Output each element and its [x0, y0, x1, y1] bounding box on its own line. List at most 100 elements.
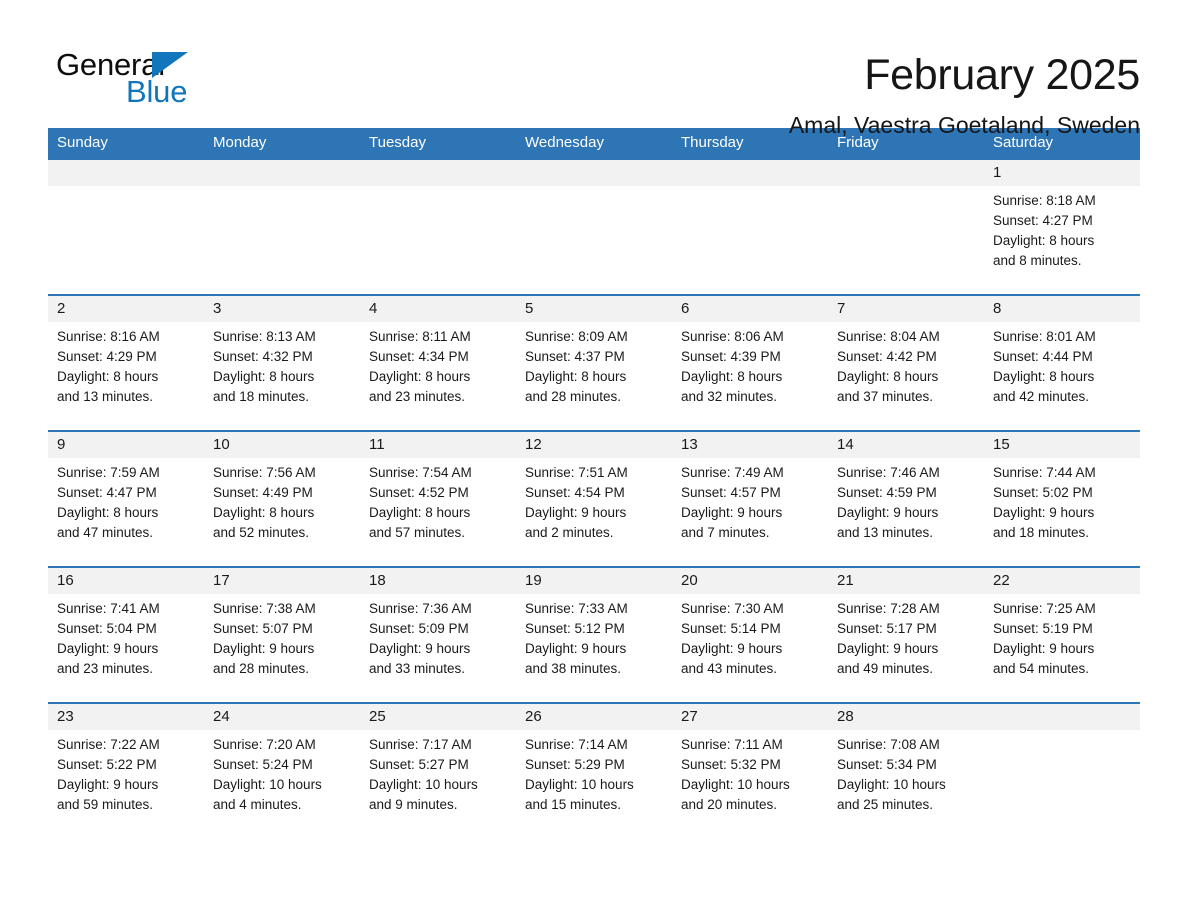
daylight-text-cont: and 7 minutes.: [681, 525, 770, 540]
daylight-text: Daylight: 9 hours: [993, 641, 1095, 656]
day-cell[interactable]: Sunrise: 7:08 AM Sunset: 5:34 PM Dayligh…: [828, 730, 984, 838]
day-cell[interactable]: Sunrise: 7:20 AM Sunset: 5:24 PM Dayligh…: [204, 730, 360, 838]
day-cell[interactable]: Sunrise: 8:06 AM Sunset: 4:39 PM Dayligh…: [672, 322, 828, 430]
day-cell[interactable]: Sunrise: 7:17 AM Sunset: 5:27 PM Dayligh…: [360, 730, 516, 838]
sunset-text: Sunset: 5:14 PM: [681, 621, 781, 636]
day-number: 22: [993, 572, 1010, 589]
day-cell[interactable]: Sunrise: 7:25 AM Sunset: 5:19 PM Dayligh…: [984, 594, 1140, 702]
calendar-grid: Sunday Monday Tuesday Wednesday Thursday…: [48, 128, 1140, 838]
daylight-text-cont: and 42 minutes.: [993, 389, 1090, 404]
day-cell[interactable]: Sunrise: 8:11 AM Sunset: 4:34 PM Dayligh…: [360, 322, 516, 430]
sunset-text: Sunset: 4:59 PM: [837, 485, 937, 500]
day-cell[interactable]: Sunrise: 8:04 AM Sunset: 4:42 PM Dayligh…: [828, 322, 984, 430]
day-cell[interactable]: Sunrise: 7:22 AM Sunset: 5:22 PM Dayligh…: [48, 730, 204, 838]
week-date-band: 1: [48, 160, 1140, 186]
sunset-text: Sunset: 5:12 PM: [525, 621, 625, 636]
sunset-text: Sunset: 4:57 PM: [681, 485, 781, 500]
daylight-text-cont: and 52 minutes.: [213, 525, 310, 540]
day-cell[interactable]: Sunrise: 8:16 AM Sunset: 4:29 PM Dayligh…: [48, 322, 204, 430]
day-cell[interactable]: Sunrise: 7:44 AM Sunset: 5:02 PM Dayligh…: [984, 458, 1140, 566]
sunset-text: Sunset: 4:42 PM: [837, 349, 937, 364]
day-number: 11: [369, 436, 385, 453]
day-cell[interactable]: Sunrise: 7:46 AM Sunset: 4:59 PM Dayligh…: [828, 458, 984, 566]
sunset-text: Sunset: 4:37 PM: [525, 349, 625, 364]
sunrise-text: Sunrise: 8:04 AM: [837, 329, 940, 344]
day-cell[interactable]: Sunrise: 7:38 AM Sunset: 5:07 PM Dayligh…: [204, 594, 360, 702]
day-number: 23: [57, 708, 74, 725]
day-cell[interactable]: [984, 730, 1140, 838]
week-detail-band: Sunrise: 7:41 AM Sunset: 5:04 PM Dayligh…: [48, 594, 1140, 702]
daylight-text-cont: and 8 minutes.: [993, 253, 1082, 268]
daylight-text: Daylight: 8 hours: [213, 369, 315, 384]
day-cell[interactable]: Sunrise: 7:33 AM Sunset: 5:12 PM Dayligh…: [516, 594, 672, 702]
daylight-text: Daylight: 10 hours: [681, 777, 790, 792]
day-cell[interactable]: [48, 186, 204, 294]
daylight-text: Daylight: 8 hours: [369, 369, 471, 384]
day-cell[interactable]: [828, 186, 984, 294]
day-number: 5: [525, 300, 534, 317]
daylight-text: Daylight: 9 hours: [525, 505, 627, 520]
sunrise-text: Sunrise: 7:20 AM: [213, 737, 316, 752]
day-cell[interactable]: [360, 186, 516, 294]
sunset-text: Sunset: 5:02 PM: [993, 485, 1093, 500]
daylight-text-cont: and 20 minutes.: [681, 797, 778, 812]
day-number: 26: [525, 708, 542, 725]
generalblue-logo[interactable]: General Blue: [48, 48, 198, 110]
page-title: February 2025: [864, 51, 1140, 99]
daylight-text-cont: and 2 minutes.: [525, 525, 614, 540]
daylight-text-cont: and 57 minutes.: [369, 525, 466, 540]
daylight-text: Daylight: 8 hours: [681, 369, 783, 384]
day-number: 8: [993, 300, 1002, 317]
day-cell[interactable]: Sunrise: 7:56 AM Sunset: 4:49 PM Dayligh…: [204, 458, 360, 566]
daylight-text: Daylight: 9 hours: [57, 777, 159, 792]
weekday-header-tuesday: Tuesday: [369, 134, 426, 151]
day-cell[interactable]: Sunrise: 8:18 AM Sunset: 4:27 PM Dayligh…: [984, 186, 1140, 294]
day-cell[interactable]: Sunrise: 7:59 AM Sunset: 4:47 PM Dayligh…: [48, 458, 204, 566]
day-cell[interactable]: Sunrise: 7:51 AM Sunset: 4:54 PM Dayligh…: [516, 458, 672, 566]
daylight-text-cont: and 9 minutes.: [369, 797, 458, 812]
daylight-text: Daylight: 9 hours: [57, 641, 159, 656]
title-block: February 2025 Amal, Vaestra Goetaland, S…: [789, 48, 1140, 140]
day-cell[interactable]: Sunrise: 8:09 AM Sunset: 4:37 PM Dayligh…: [516, 322, 672, 430]
day-cell[interactable]: Sunrise: 8:01 AM Sunset: 4:44 PM Dayligh…: [984, 322, 1140, 430]
daylight-text: Daylight: 10 hours: [837, 777, 946, 792]
sunrise-text: Sunrise: 8:13 AM: [213, 329, 316, 344]
day-cell[interactable]: [516, 186, 672, 294]
sunrise-text: Sunrise: 8:18 AM: [993, 193, 1096, 208]
sunset-text: Sunset: 5:04 PM: [57, 621, 157, 636]
day-number: [48, 160, 204, 186]
daylight-text-cont: and 4 minutes.: [213, 797, 302, 812]
weekday-header-friday: Friday: [837, 134, 879, 151]
day-cell[interactable]: [204, 186, 360, 294]
day-number: 15: [993, 436, 1010, 453]
day-cell[interactable]: Sunrise: 7:54 AM Sunset: 4:52 PM Dayligh…: [360, 458, 516, 566]
day-cell[interactable]: Sunrise: 7:41 AM Sunset: 5:04 PM Dayligh…: [48, 594, 204, 702]
sunset-text: Sunset: 4:27 PM: [993, 213, 1093, 228]
weekday-header-thursday: Thursday: [681, 134, 744, 151]
day-number: [672, 160, 828, 186]
day-cell[interactable]: Sunrise: 7:14 AM Sunset: 5:29 PM Dayligh…: [516, 730, 672, 838]
daylight-text-cont: and 15 minutes.: [525, 797, 622, 812]
day-cell[interactable]: Sunrise: 7:30 AM Sunset: 5:14 PM Dayligh…: [672, 594, 828, 702]
day-number: [984, 704, 1140, 730]
week-detail-band: Sunrise: 7:22 AM Sunset: 5:22 PM Dayligh…: [48, 730, 1140, 838]
day-number: 1: [993, 164, 1002, 181]
calendar-page: General Blue February 2025 Amal, Vaestra…: [0, 0, 1188, 918]
day-cell[interactable]: Sunrise: 7:11 AM Sunset: 5:32 PM Dayligh…: [672, 730, 828, 838]
day-cell[interactable]: Sunrise: 8:13 AM Sunset: 4:32 PM Dayligh…: [204, 322, 360, 430]
daylight-text: Daylight: 8 hours: [993, 369, 1095, 384]
daylight-text: Daylight: 8 hours: [993, 233, 1095, 248]
day-number: 27: [681, 708, 698, 725]
sunrise-text: Sunrise: 7:56 AM: [213, 465, 316, 480]
day-cell[interactable]: Sunrise: 7:28 AM Sunset: 5:17 PM Dayligh…: [828, 594, 984, 702]
sunrise-text: Sunrise: 7:17 AM: [369, 737, 472, 752]
day-cell[interactable]: [672, 186, 828, 294]
day-number: 24: [213, 708, 230, 725]
daylight-text-cont: and 33 minutes.: [369, 661, 466, 676]
daylight-text: Daylight: 9 hours: [993, 505, 1095, 520]
sunrise-text: Sunrise: 7:54 AM: [369, 465, 472, 480]
day-cell[interactable]: Sunrise: 7:49 AM Sunset: 4:57 PM Dayligh…: [672, 458, 828, 566]
sunset-text: Sunset: 5:09 PM: [369, 621, 469, 636]
day-number: 2: [57, 300, 66, 317]
day-cell[interactable]: Sunrise: 7:36 AM Sunset: 5:09 PM Dayligh…: [360, 594, 516, 702]
